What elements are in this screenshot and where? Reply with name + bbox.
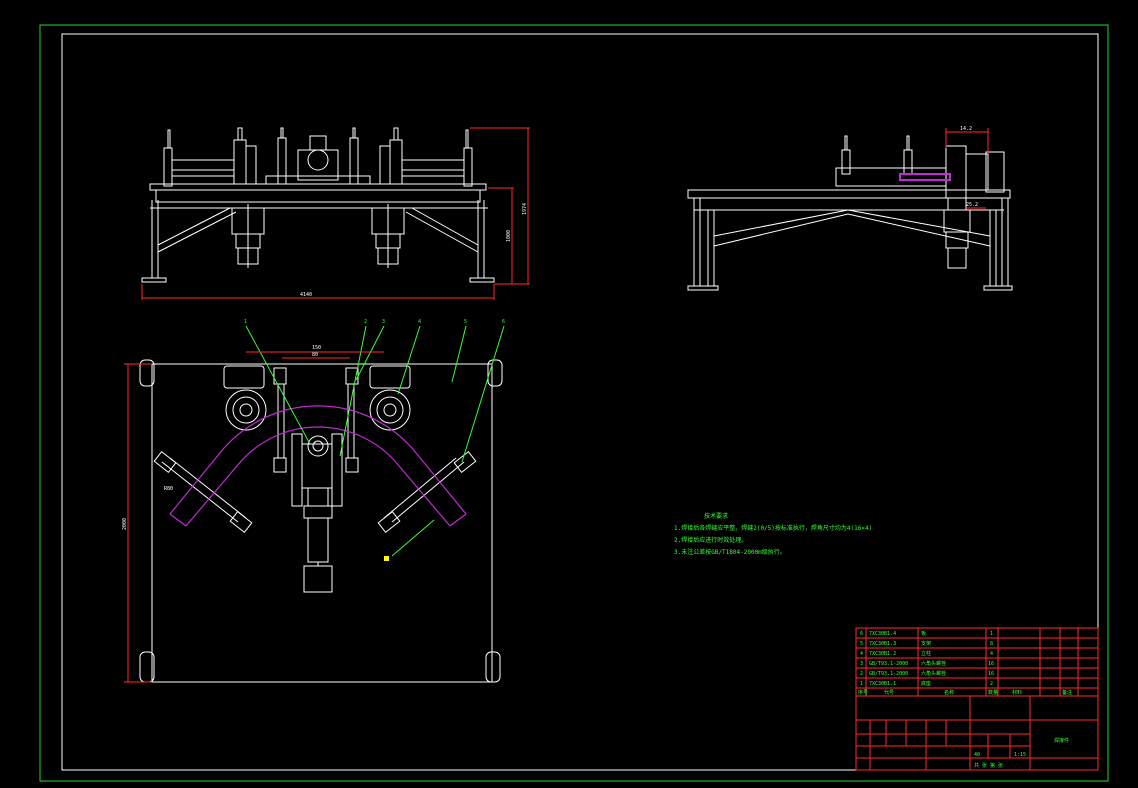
title-block-grid — [855, 627, 1099, 771]
notes-title: 技术要求 — [704, 512, 728, 520]
note-line-3: 3.未注公差按GB/T1804-2000m级执行。 — [674, 548, 786, 556]
part-no-3: 3 — [860, 661, 863, 667]
balloon-3: 3 — [382, 319, 385, 325]
dim-front-width: 4140 — [300, 292, 312, 298]
part-no-6: 6 — [860, 631, 863, 637]
part-code-5: 7XC30B1.3 — [869, 641, 896, 647]
side-dimensions — [945, 128, 989, 209]
part-qty-2: 16 — [988, 671, 994, 677]
part-qty-6: 1 — [990, 631, 993, 637]
part-no-4: 4 — [860, 651, 863, 657]
head-label-remark: 备注 — [1062, 689, 1072, 696]
part-name-5: 支架 — [921, 640, 931, 647]
balloon-6: 6 — [502, 319, 505, 325]
dim-plan-top-1: 150 — [312, 345, 321, 351]
part-code-3: GB/T93.1-2000 — [869, 661, 908, 667]
balloon-4: 4 — [418, 319, 421, 325]
plan-view — [139, 359, 503, 683]
balloon-1: 1 — [244, 319, 247, 325]
part-qty-1: 2 — [990, 681, 993, 687]
side-elevation-view — [687, 135, 1013, 291]
dim-plan-radius: R80 — [164, 486, 173, 492]
note-line-2: 2.焊接后应进行时效处理。 — [674, 536, 747, 544]
dim-side-mid: 25.2 — [966, 202, 978, 208]
part-qty-5: 8 — [990, 641, 993, 647]
part-no-2: 2 — [860, 671, 863, 677]
part-code-4: 7XC30B1.2 — [869, 651, 896, 657]
part-name-6: 板 — [921, 630, 926, 637]
head-label-code: 代号 — [884, 689, 894, 696]
drawing-weight: 40 — [974, 752, 980, 758]
head-label-name: 名称 — [944, 689, 954, 696]
part-name-2: 六角头螺栓 — [921, 670, 946, 677]
head-label-qty: 数量 — [988, 689, 998, 696]
part-name-3: 六角头螺栓 — [921, 660, 946, 667]
balloon-2: 2 — [364, 319, 367, 325]
part-name-1: 底座 — [921, 680, 931, 687]
head-label-no: 序号 — [858, 689, 868, 696]
balloon-leaders — [245, 325, 505, 557]
note-line-1: 1.焊接后各焊缝应平整，焊缝2(0/5)按标准执行，焊角尺寸均为4(16×4) — [674, 524, 872, 532]
part-code-2: GB/T93.1-2000 — [869, 671, 908, 677]
dim-side-top: 14.2 — [960, 126, 972, 132]
leader-marker — [384, 556, 389, 561]
front-elevation-view — [141, 127, 495, 283]
side-cylinder-rod — [899, 173, 951, 181]
part-no-5: 5 — [860, 641, 863, 647]
cad-drawing-sheet: 4140 1974 1000 14.2 25.2 150 80 2000 R80… — [39, 24, 1109, 782]
drawing-scale: 1:15 — [1014, 752, 1026, 758]
part-code-6: 7XC30B1.4 — [869, 631, 896, 637]
dim-plan-top-2: 80 — [312, 352, 318, 358]
part-qty-3: 16 — [988, 661, 994, 667]
drawing-title: 焊接件 — [1054, 737, 1069, 744]
sheet-labels: 共 张 第 张 — [974, 762, 1003, 769]
plan-workpiece-arc — [169, 405, 467, 527]
dim-plan-height: 2000 — [122, 518, 128, 530]
balloon-5: 5 — [464, 319, 467, 325]
part-no-1: 1 — [860, 681, 863, 687]
part-qty-4: 4 — [990, 651, 993, 657]
inner-frame — [61, 33, 1099, 771]
part-name-4: 立柱 — [921, 650, 931, 657]
dim-front-height-1: 1974 — [522, 203, 528, 215]
head-label-material: 材料 — [1012, 689, 1022, 696]
part-code-1: 7XC30B1.1 — [869, 681, 896, 687]
dim-front-height-2: 1000 — [506, 230, 512, 242]
plan-dimensions — [124, 351, 384, 683]
